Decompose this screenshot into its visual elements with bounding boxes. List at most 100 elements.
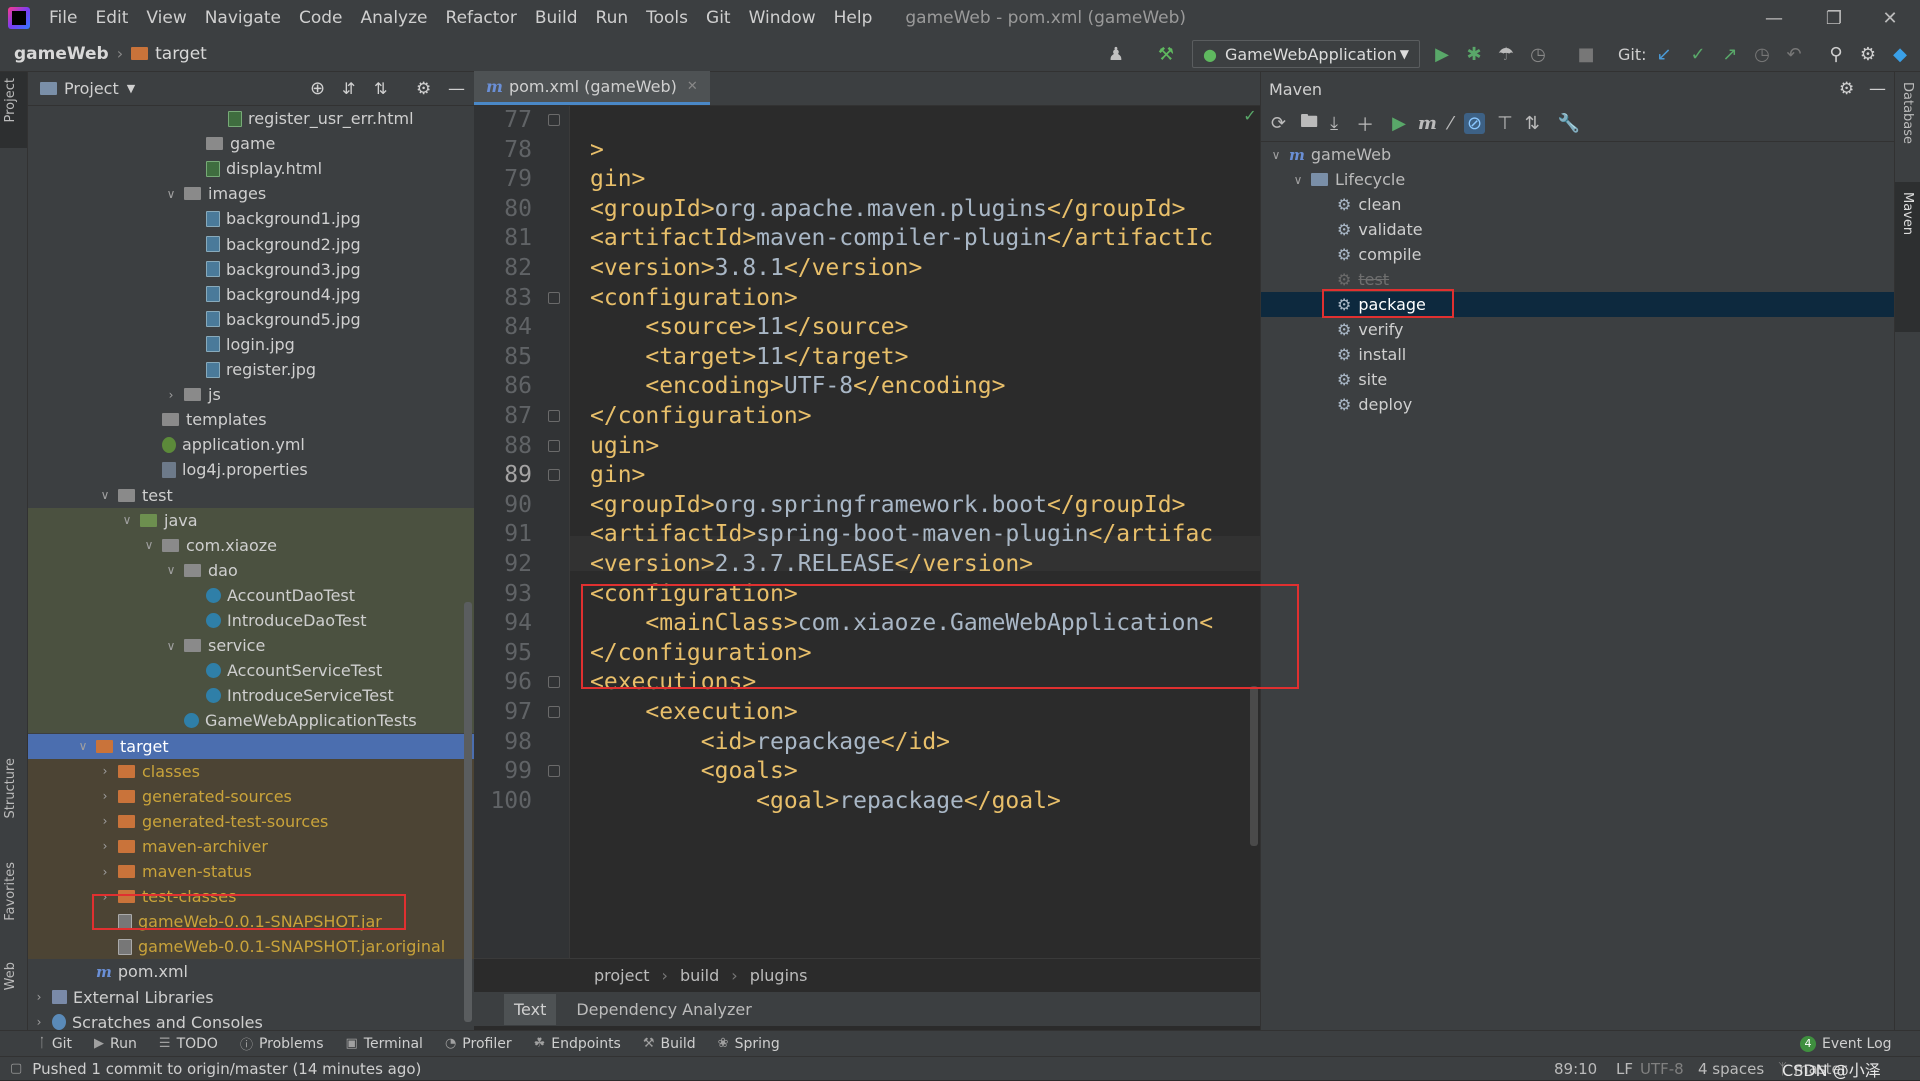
tree-item[interactable]: game: [186, 131, 275, 156]
chevron-right-icon[interactable]: ›: [98, 764, 112, 778]
chevron-right-icon[interactable]: ›: [98, 865, 112, 879]
tree-item[interactable]: › js: [164, 382, 221, 407]
tool-window-event-log[interactable]: 4 Event Log: [1800, 1035, 1892, 1052]
chevron-down-icon[interactable]: ∨: [142, 538, 156, 552]
menu-edit[interactable]: Edit: [86, 0, 137, 36]
tree-item[interactable]: background3.jpg: [186, 257, 361, 282]
collapse-all-icon[interactable]: ⇅: [1525, 113, 1540, 134]
git-push-icon[interactable]: ↗: [1718, 42, 1742, 66]
git-commit-icon[interactable]: ✓: [1686, 42, 1710, 66]
collapse-all-icon[interactable]: ⇅: [374, 79, 387, 98]
close-window-icon[interactable]: ✕: [1860, 0, 1920, 36]
show-dependencies-icon[interactable]: ⊤: [1497, 113, 1513, 134]
tree-item[interactable]: › maven-status: [98, 859, 252, 884]
maven-phase-install[interactable]: ⚙ install: [1337, 342, 1406, 367]
editor-scrollbar[interactable]: [1250, 686, 1258, 846]
indent-setting[interactable]: 4 spaces: [1698, 1060, 1764, 1078]
profile-icon[interactable]: ◷: [1526, 42, 1550, 66]
chevron-down-icon[interactable]: ∨: [164, 639, 178, 653]
maven-phase-site[interactable]: ⚙ site: [1337, 367, 1387, 392]
tree-item[interactable]: ∨ com.xiaoze: [142, 533, 277, 558]
tool-tab-project[interactable]: Project: [3, 78, 18, 122]
menu-window[interactable]: Window: [740, 0, 825, 36]
menu-view[interactable]: View: [137, 0, 195, 36]
tree-item[interactable]: ∨ java: [120, 508, 198, 533]
tool-tab-favorites[interactable]: Favorites: [3, 862, 18, 921]
tree-item[interactable]: register.jpg: [186, 357, 316, 382]
run-icon[interactable]: ▶: [1430, 42, 1454, 66]
chevron-right-icon[interactable]: ›: [32, 1015, 46, 1029]
build-hammer-icon[interactable]: ⚒: [1154, 42, 1178, 66]
tab-text[interactable]: Text: [504, 993, 557, 1025]
fold-marker-icon[interactable]: [548, 469, 560, 482]
menu-run[interactable]: Run: [587, 0, 638, 36]
tool-window-spring[interactable]: ❀ Spring: [718, 1036, 780, 1052]
nav-project[interactable]: gameWeb: [14, 44, 109, 64]
run-configuration-selector[interactable]: ● GameWebApplication ▼: [1192, 40, 1420, 68]
chevron-down-icon[interactable]: ∨: [164, 563, 178, 577]
maven-phase-verify[interactable]: ⚙ verify: [1337, 317, 1404, 342]
tree-item[interactable]: ∨ target: [76, 734, 169, 759]
chevron-down-icon[interactable]: ∨: [76, 739, 90, 753]
fold-marker-icon[interactable]: [548, 114, 560, 126]
run-maven-build-icon[interactable]: ▶: [1392, 113, 1406, 134]
tool-window-terminal[interactable]: ▣ Terminal: [345, 1036, 422, 1052]
tree-item[interactable]: background2.jpg: [186, 232, 361, 257]
menu-navigate[interactable]: Navigate: [196, 0, 290, 36]
tree-item[interactable]: ∨ dao: [164, 558, 238, 583]
tool-window-endpoints[interactable]: ☘ Endpoints: [534, 1036, 621, 1052]
settings-gear-icon[interactable]: ⚙: [1839, 79, 1854, 99]
tool-window-git[interactable]: ᛙ Git: [38, 1036, 72, 1052]
maven-lifecycle-node[interactable]: ∨ Lifecycle: [1291, 167, 1406, 192]
tree-item[interactable]: login.jpg: [186, 332, 295, 357]
chevron-down-icon[interactable]: ▼: [127, 82, 135, 95]
tree-item[interactable]: GameWebApplicationTests: [164, 708, 417, 733]
tree-scrollbar[interactable]: [464, 602, 472, 1022]
jetbrains-toolbox-icon[interactable]: ◆: [1888, 42, 1912, 66]
tree-item[interactable]: › generated-test-sources: [98, 809, 329, 834]
tree-item[interactable]: ∨ test: [98, 483, 173, 508]
git-update-icon[interactable]: ↙: [1652, 42, 1676, 66]
skip-tests-icon[interactable]: ⊘: [1463, 113, 1486, 134]
tree-item[interactable]: background4.jpg: [186, 282, 361, 307]
breadcrumb-build[interactable]: build: [680, 966, 719, 985]
chevron-down-icon[interactable]: ∨: [98, 488, 112, 502]
fold-marker-icon[interactable]: [548, 439, 560, 452]
maven-phase-deploy[interactable]: ⚙ deploy: [1337, 392, 1412, 417]
chevron-right-icon[interactable]: ›: [164, 388, 178, 402]
maven-project-gameweb[interactable]: ∨ m gameWeb: [1269, 142, 1392, 167]
line-separator[interactable]: LF: [1616, 1060, 1633, 1078]
toggle-offline-icon[interactable]: ⁄: [1449, 113, 1452, 134]
search-icon[interactable]: ⚲: [1824, 42, 1848, 66]
coverage-icon[interactable]: ☂: [1494, 42, 1518, 66]
tree-item[interactable]: log4j.properties: [142, 457, 308, 482]
menu-tools[interactable]: Tools: [637, 0, 697, 36]
tree-item[interactable]: AccountDaoTest: [186, 583, 355, 608]
nav-folder-target[interactable]: target: [131, 44, 207, 64]
menu-git[interactable]: Git: [697, 0, 740, 36]
tree-item[interactable]: › Scratches and Consoles: [32, 1010, 263, 1030]
hide-panel-icon[interactable]: —: [1869, 79, 1886, 99]
tree-item[interactable]: › generated-sources: [98, 784, 292, 809]
debug-icon[interactable]: ✱: [1462, 42, 1486, 66]
tree-item[interactable]: templates: [142, 407, 267, 432]
chevron-right-icon[interactable]: ›: [32, 990, 46, 1004]
menu-code[interactable]: Code: [290, 0, 352, 36]
fold-marker-icon[interactable]: [548, 706, 560, 718]
menu-file[interactable]: File: [40, 0, 86, 36]
tree-item[interactable]: application.yml: [142, 432, 305, 457]
menu-refactor[interactable]: Refactor: [437, 0, 526, 36]
execute-maven-goal-icon[interactable]: m: [1418, 113, 1437, 134]
caret-position[interactable]: 89:10: [1554, 1060, 1597, 1078]
tree-item[interactable]: › maven-archiver: [98, 834, 268, 859]
history-icon[interactable]: ◷: [1750, 42, 1774, 66]
add-icon[interactable]: ＋: [1356, 111, 1374, 137]
tree-item[interactable]: AccountServiceTest: [186, 658, 382, 683]
tree-item[interactable]: ∨ service: [164, 633, 266, 658]
menu-build[interactable]: Build: [526, 0, 587, 36]
menu-analyze[interactable]: Analyze: [352, 0, 437, 36]
add-folder-icon[interactable]: 🖿: [1300, 109, 1318, 139]
maven-phase-clean[interactable]: ⚙ clean: [1337, 192, 1401, 217]
maven-phase-compile[interactable]: ⚙ compile: [1337, 242, 1421, 267]
tab-dependency-analyzer[interactable]: Dependency Analyzer: [576, 1000, 751, 1019]
